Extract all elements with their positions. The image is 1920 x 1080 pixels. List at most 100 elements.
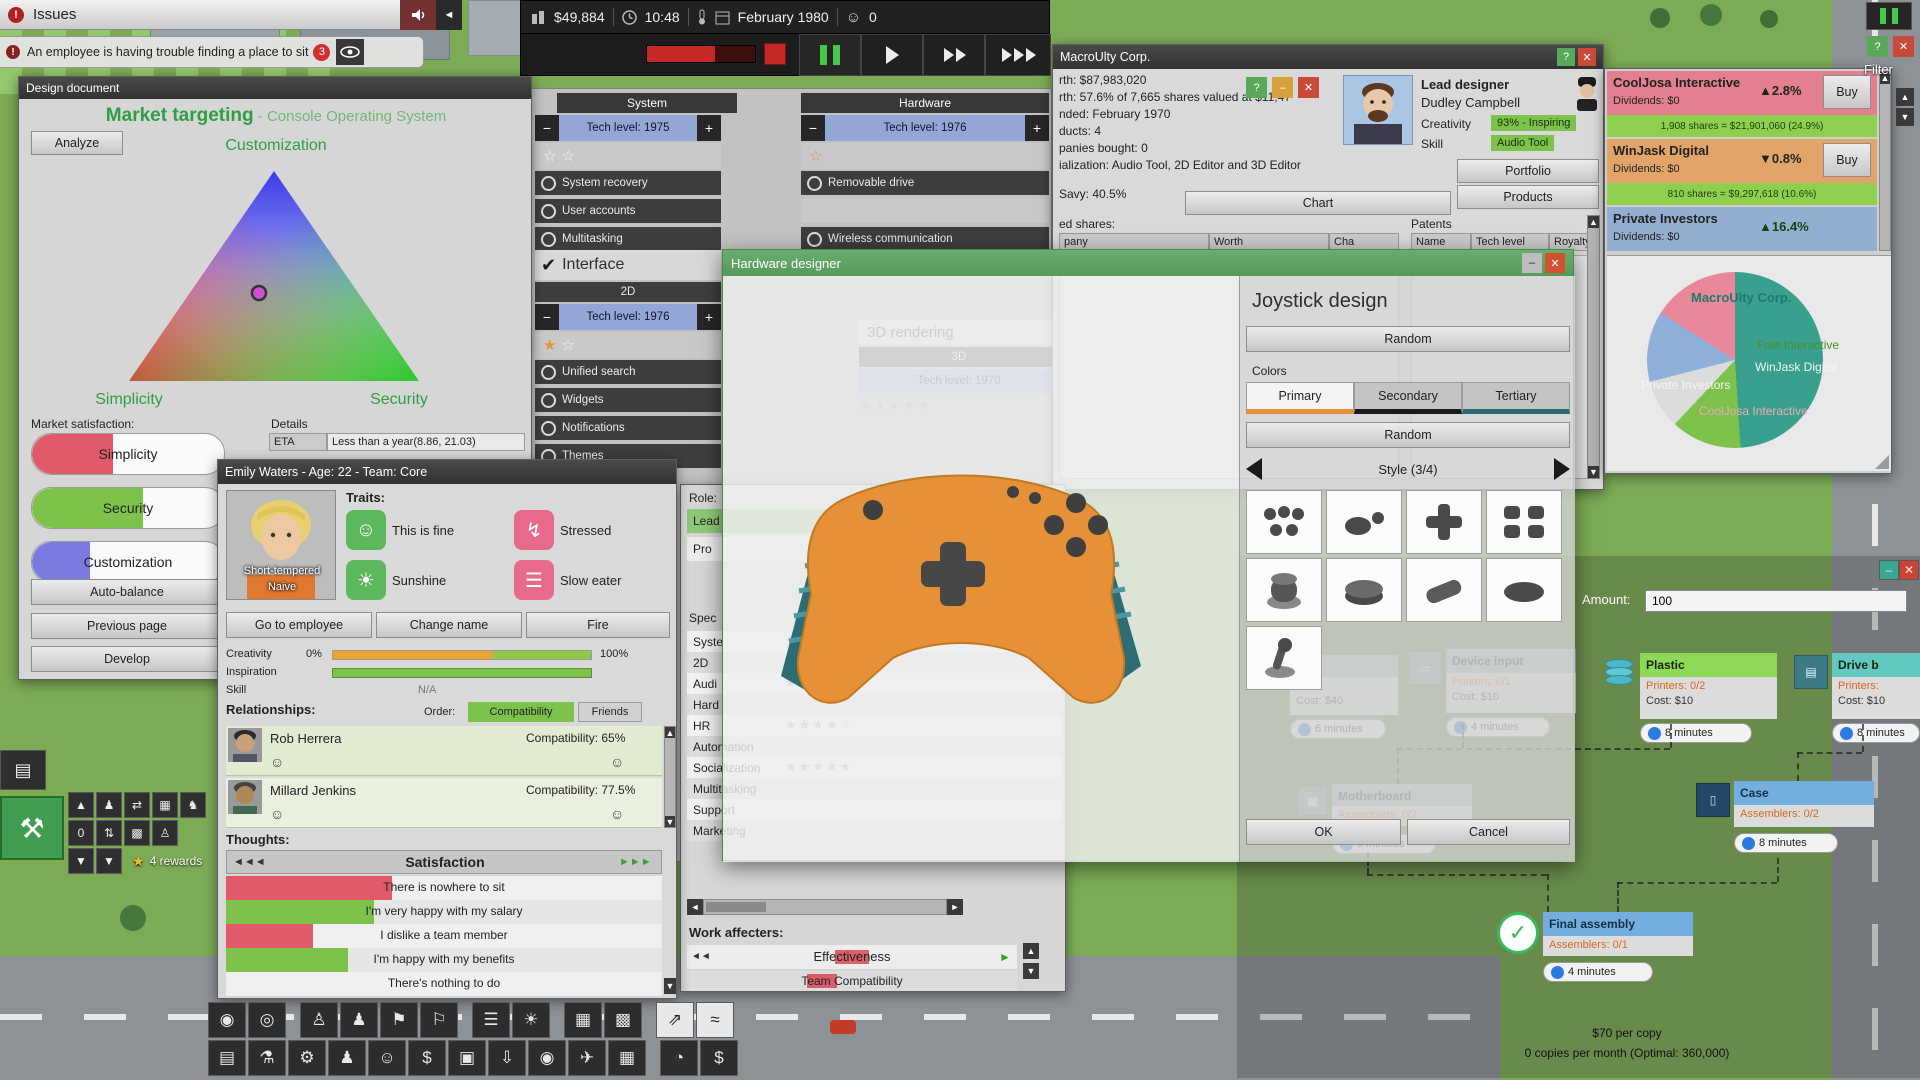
stocks-scrollbar[interactable]: ▲	[1879, 71, 1891, 251]
layers-button[interactable]: ▤	[0, 750, 46, 790]
employee-titlebar[interactable]: Emily Waters - Age: 22 - Team: Core	[218, 460, 676, 484]
fast-forward-button[interactable]	[923, 34, 985, 76]
stock-card-winjask[interactable]: WinJask Digital Dividends: $0 ▼0.8% Buy …	[1607, 139, 1877, 205]
style-option-slant[interactable]	[1406, 558, 1482, 622]
scroll-up-icon[interactable]: ▲	[665, 727, 675, 738]
tech-level-plus[interactable]: +	[1025, 115, 1049, 141]
tech-level-plus[interactable]: +	[697, 115, 721, 141]
toolbar-deals-button[interactable]: $	[408, 1040, 446, 1076]
feature-system-recovery[interactable]: System recovery	[535, 171, 721, 195]
stock-card-cooljosa[interactable]: CoolJosa Interactive Dividends: $0 ▲2.8%…	[1607, 71, 1877, 137]
cancel-button[interactable]: Cancel	[1407, 819, 1570, 845]
chart-button[interactable]: Chart	[1185, 191, 1451, 215]
global-pause-indicator[interactable]	[1866, 2, 1912, 30]
scroll-thumb[interactable]	[706, 902, 766, 912]
toolbar-chart-up-button[interactable]: ⇗	[656, 1002, 694, 1038]
previous-page-button[interactable]: Previous page	[31, 613, 223, 639]
toolbar-internet-button[interactable]: ◉	[528, 1040, 566, 1076]
rewards-label[interactable]: 4 rewards	[150, 854, 203, 868]
play-button[interactable]	[861, 34, 923, 76]
tab-primary[interactable]: Primary	[1246, 382, 1354, 414]
scroll-up-icon[interactable]: ▲	[1023, 943, 1039, 959]
feature-multitasking[interactable]: Multitasking	[535, 227, 721, 251]
order-tab-friends[interactable]: Friends	[578, 702, 642, 722]
toolbar-shipping-button[interactable]: ⇩	[488, 1040, 526, 1076]
fastest-button[interactable]	[985, 34, 1051, 76]
develop-button[interactable]: Develop	[31, 646, 223, 672]
feature-unified-search[interactable]: Unified search	[535, 360, 721, 384]
feature-user-accounts[interactable]: User accounts	[535, 199, 721, 223]
toolbar-world-button[interactable]: ◉	[208, 1002, 246, 1038]
close-button[interactable]: ✕	[1298, 77, 1319, 98]
toolbar-accounting-button[interactable]: ▦	[608, 1040, 646, 1076]
minimize-button[interactable]: –	[1522, 253, 1542, 273]
relation-row-rob[interactable]: Rob Herrera Compatibility: 65% ☺ ☺	[226, 726, 662, 776]
tech-level-minus[interactable]: −	[535, 115, 559, 141]
scroll-track[interactable]	[703, 899, 947, 915]
toolbar-servers-button[interactable]: ☰	[472, 1002, 510, 1038]
effectiveness-row[interactable]: ◄◄ Effectiveness ►	[687, 945, 1017, 969]
feature-notifications[interactable]: Notifications	[535, 416, 721, 440]
company-scrollbar[interactable]: ▲ ▼	[1587, 215, 1600, 479]
style-option-dots[interactable]	[1246, 490, 1322, 554]
scroll-down-icon[interactable]: ▼	[664, 978, 676, 994]
team-compatibility-row[interactable]: Team Compatibility	[687, 971, 1017, 991]
elevator-button[interactable]: ⇅	[96, 820, 122, 846]
hardware-designer-titlebar[interactable]: Hardware designer – ✕	[723, 250, 1573, 276]
toolbar-research-button[interactable]: ⚗	[248, 1040, 286, 1076]
scroll-right-icon[interactable]: ►	[947, 899, 963, 915]
up-arrow-button[interactable]: ▲	[68, 792, 94, 818]
close-button[interactable]: ✕	[1545, 253, 1565, 273]
products-button[interactable]: Products	[1457, 185, 1599, 209]
down-arrow-button[interactable]: ▼	[68, 848, 94, 874]
style-option-dome-dot[interactable]	[1326, 490, 1402, 554]
toolbar-hr-button[interactable]: ♟	[328, 1040, 366, 1076]
toolbar-zones-button[interactable]: ▩	[604, 1002, 642, 1038]
swap-button[interactable]: ⇄	[124, 792, 150, 818]
change-name-button[interactable]: Change name	[376, 612, 522, 638]
order-tab-compatibility[interactable]: Compatibility	[468, 702, 574, 722]
tab-secondary[interactable]: Secondary	[1354, 382, 1462, 414]
person-button[interactable]: ♙	[152, 820, 178, 846]
resize-handle[interactable]	[1875, 455, 1889, 469]
toolbar-teams-button[interactable]: ⚑	[380, 1002, 418, 1038]
style-option-cross[interactable]	[1406, 490, 1482, 554]
style-prev-icon[interactable]	[1246, 458, 1262, 480]
spec-h-scrollbar[interactable]: ◄ ►	[687, 899, 963, 915]
toolbar-documents-button[interactable]: ▤	[208, 1040, 246, 1076]
relation-row-millard[interactable]: Millard Jenkins Compatibility: 77.5% ☺ ☺	[226, 778, 662, 828]
collapse-button[interactable]: ◄	[436, 0, 462, 30]
help-button[interactable]: ?	[1867, 36, 1888, 57]
toolbar-employee-button[interactable]: ♙	[300, 1002, 338, 1038]
toolbar-employees-button[interactable]: ♟	[340, 1002, 378, 1038]
help-button[interactable]: ?	[1246, 77, 1267, 98]
toolbar-settings-button[interactable]: ⚙	[288, 1040, 326, 1076]
grid-button[interactable]: ▩	[124, 820, 150, 846]
toolbar-crowd-button[interactable]: ⚐	[420, 1002, 458, 1038]
build-tools-button[interactable]: ⚒	[0, 796, 64, 860]
style-option-stick[interactable]	[1246, 626, 1322, 690]
floors-button[interactable]: ▦	[152, 792, 178, 818]
scroll-down-icon[interactable]: ▼	[1023, 963, 1039, 979]
buy-button[interactable]: Buy	[1823, 143, 1871, 177]
scroll-left-icon[interactable]: ◄	[687, 899, 703, 915]
toolbar-finances-button[interactable]: $	[700, 1040, 738, 1076]
minimize-button[interactable]: –	[1272, 77, 1293, 98]
tech-level-plus[interactable]: +	[697, 304, 721, 330]
company-titlebar[interactable]: MacroUlty Corp. ? ✕	[1053, 45, 1603, 69]
tech-level-minus[interactable]: −	[801, 115, 825, 141]
toolbar-chart-wave-button[interactable]: ≈	[696, 1002, 734, 1038]
fire-button[interactable]: Fire	[526, 612, 670, 638]
amount-input[interactable]	[1645, 590, 1907, 612]
toolbar-inventory-button[interactable]: ▣	[448, 1040, 486, 1076]
tech-level-minus[interactable]: −	[535, 304, 559, 330]
market-target-triangle[interactable]	[119, 165, 429, 389]
feature-wireless-communication[interactable]: Wireless communication	[801, 227, 1049, 251]
scroll-down-icon[interactable]: ▼	[665, 816, 675, 827]
feature-widgets[interactable]: Widgets	[535, 388, 721, 412]
toolbar-map-button[interactable]: ▦	[564, 1002, 602, 1038]
buy-button[interactable]: Buy	[1823, 75, 1871, 109]
toolbar-city-button[interactable]: ◎	[248, 1002, 286, 1038]
relations-scrollbar[interactable]: ▲ ▼	[664, 726, 676, 828]
toolbar-mood-button[interactable]: ☺	[368, 1040, 406, 1076]
